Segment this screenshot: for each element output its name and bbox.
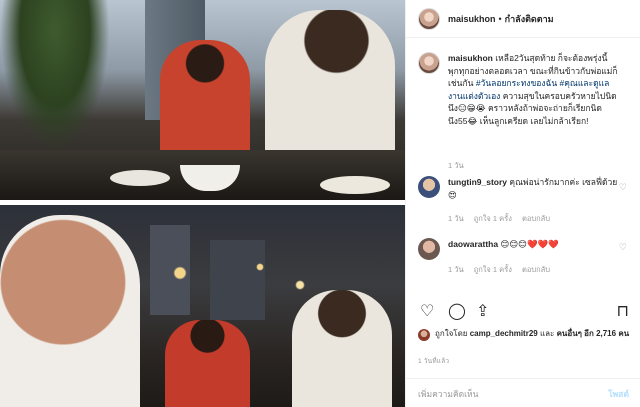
comment-item: daowarattha 😊😊😊❤️❤️❤️: [418, 238, 633, 260]
man-selfie-figure: [0, 215, 140, 407]
comment-meta: 1 วัน ถูกใจ 1 ครั้ง ตอบกลับ: [448, 213, 558, 225]
woman-white-shirt-figure: [292, 290, 392, 407]
action-bar: ♡ ◯ ⇪ ⊓: [406, 300, 640, 328]
plate-graphic: [320, 176, 390, 194]
following-button[interactable]: กำลังติดตาม: [505, 12, 554, 26]
avatar[interactable]: [418, 329, 430, 341]
post-image-collage[interactable]: [0, 0, 405, 407]
comment-likes-count[interactable]: ถูกใจ 1 ครั้ง: [474, 214, 512, 223]
comment-body: tungtin9_story คุณพ่อน่ารักมากค่ะ เซลฟี่…: [448, 176, 618, 201]
comment-like-icon[interactable]: ♡: [619, 182, 627, 193]
comments-list[interactable]: maisukhon เหลือ2วันสุดท้าย ก็จะต้องพรุ่ง…: [406, 38, 640, 296]
caption: maisukhon เหลือ2วันสุดท้าย ก็จะต้องพรุ่ง…: [418, 52, 633, 127]
post-side-panel: maisukhon • กำลังติดตาม maisukhon เหลือ2…: [405, 0, 640, 407]
comment-likes-count[interactable]: ถูกใจ 1 ครั้ง: [474, 265, 512, 274]
comment-like-icon[interactable]: ♡: [619, 242, 627, 253]
comment-username[interactable]: tungtin9_story: [448, 177, 507, 187]
caption-time: 1 วัน: [448, 161, 464, 170]
share-icon[interactable]: ⇪: [476, 302, 489, 322]
likes-text: ถูกใจโดย camp_dechmitr29 และ คนอื่นๆ อีก…: [435, 328, 629, 339]
instagram-post: maisukhon • กำลังติดตาม maisukhon เหลือ2…: [0, 0, 640, 407]
likes-count: 2,716: [596, 329, 617, 338]
comment-body: daowarattha 😊😊😊❤️❤️❤️: [448, 238, 618, 260]
caption-username[interactable]: maisukhon: [448, 53, 493, 63]
comment-item: tungtin9_story คุณพ่อน่ารักมากค่ะ เซลฟี่…: [418, 176, 633, 201]
plate-graphic: [110, 170, 170, 186]
caption-meta: 1 วัน: [448, 160, 472, 172]
comment-text: 😊😊😊❤️❤️❤️: [500, 239, 559, 249]
avatar[interactable]: [418, 176, 440, 198]
caption-body: maisukhon เหลือ2วันสุดท้าย ก็จะต้องพรุ่ง…: [448, 52, 618, 127]
post-timestamp: 1 วันที่แล้ว: [418, 358, 450, 365]
liker-username[interactable]: camp_dechmitr29: [470, 329, 538, 338]
add-comment-bar: โพสต์: [406, 378, 640, 407]
avatar[interactable]: [418, 7, 440, 30]
avatar[interactable]: [418, 52, 440, 74]
woman-red-dress-figure: [165, 320, 250, 407]
likes-and: และ: [539, 329, 555, 338]
reply-button[interactable]: ตอบกลับ: [522, 265, 550, 274]
likes-suffix: คน: [618, 329, 630, 338]
separator-dot: •: [498, 13, 502, 24]
post-header: maisukhon • กำลังติดตาม: [406, 0, 640, 38]
likes-prefix: ถูกใจโดย: [435, 329, 468, 338]
comment-time: 1 วัน: [448, 265, 464, 274]
avatar[interactable]: [418, 238, 440, 260]
heart-icon[interactable]: ♡: [420, 302, 434, 322]
hashtag-link[interactable]: #วันลอยกระทงของฉัน: [476, 78, 557, 88]
reply-button[interactable]: ตอบกลับ: [522, 214, 550, 223]
comment-time: 1 วัน: [448, 214, 464, 223]
comment-username[interactable]: daowarattha: [448, 239, 498, 249]
likes-others-prefix: คนอื่นๆ อีก: [556, 329, 594, 338]
photo-restaurant-dinner: [0, 0, 405, 200]
comment-icon[interactable]: ◯: [448, 302, 466, 322]
comment-input[interactable]: [418, 387, 588, 401]
photo-selfie-night: [0, 205, 405, 407]
likes-others-link[interactable]: คนอื่นๆ อีก 2,716 คน: [557, 329, 630, 338]
comment-meta: 1 วัน ถูกใจ 1 ครั้ง ตอบกลับ: [448, 264, 558, 276]
bookmark-icon[interactable]: ⊓: [617, 302, 629, 322]
palm-tree-graphic: [0, 0, 110, 150]
header-username[interactable]: maisukhon: [448, 14, 496, 24]
post-comment-button[interactable]: โพสต์: [608, 387, 629, 401]
likes-summary: ถูกใจโดย camp_dechmitr29 และ คนอื่นๆ อีก…: [418, 328, 633, 341]
